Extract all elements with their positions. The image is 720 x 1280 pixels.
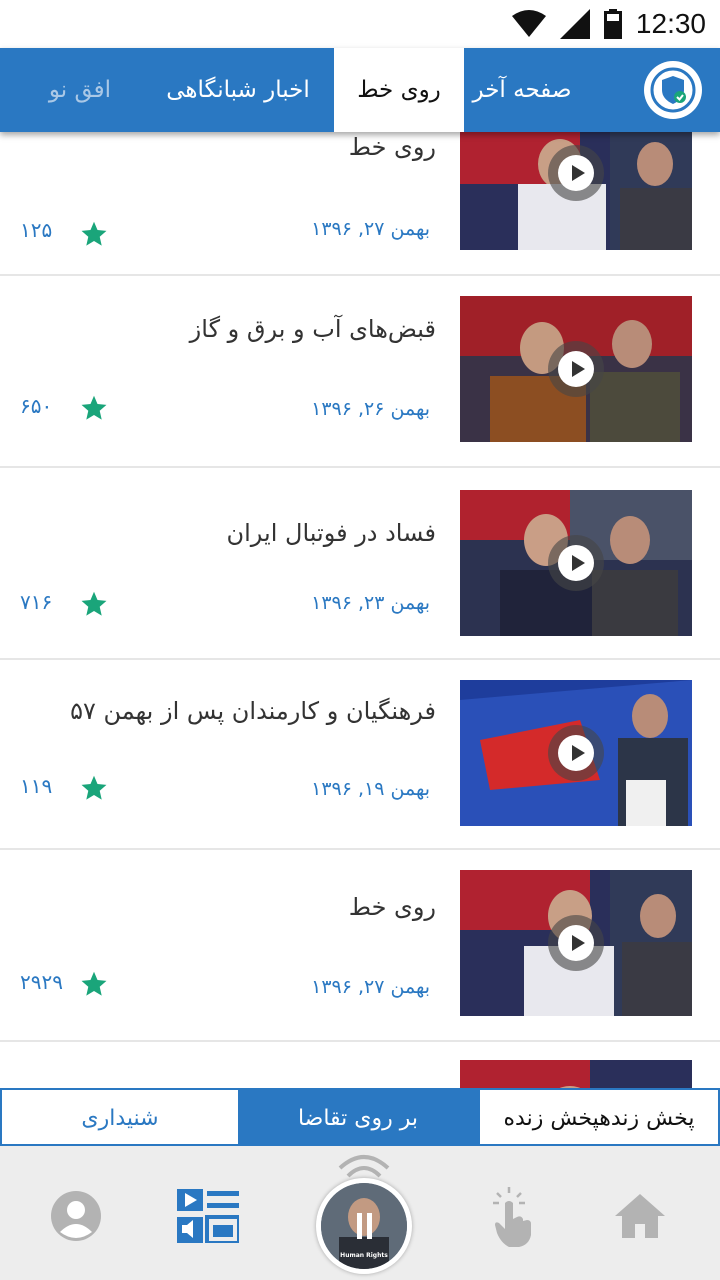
status-icons: 12:30	[511, 0, 706, 48]
video-thumbnail[interactable]	[460, 490, 692, 636]
play-button[interactable]	[548, 915, 604, 971]
video-thumbnail[interactable]	[460, 1060, 692, 1088]
tab-live[interactable]: پخش زندهپخش زنده	[478, 1090, 720, 1146]
touch-icon	[493, 1187, 531, 1247]
play-button[interactable]	[548, 725, 604, 781]
live-player-button[interactable]: Human Rights	[316, 1178, 412, 1274]
video-thumbnail[interactable]	[460, 132, 692, 250]
list-item[interactable]: روی خط بهمن ۲۷, ۱۳۹۶ ۱۲۵	[0, 132, 720, 276]
star-icon	[81, 971, 107, 996]
list-item[interactable]: روی خط بهمن ۲۷, ۱۳۹۶ ۲۹۲۹	[0, 850, 720, 1042]
video-thumbnail[interactable]	[460, 296, 692, 442]
video-date: بهمن ۲۳, ۱۳۹۶	[311, 592, 430, 614]
home-icon	[615, 1194, 665, 1238]
tab-listening[interactable]: شنیداری	[0, 1090, 238, 1146]
app-screen: 12:30 صفحه آخر روی خط اخبار شبانگاهی افق…	[0, 0, 720, 1280]
battery-icon	[603, 9, 622, 39]
wifi-icon	[511, 10, 546, 37]
video-title: روی خط	[348, 893, 436, 921]
app-logo[interactable]	[644, 61, 702, 119]
user-icon	[51, 1191, 101, 1241]
view-count: ۱۱۹	[20, 774, 53, 798]
video-date: بهمن ۲۷, ۱۳۹۶	[311, 218, 430, 240]
star-icon	[81, 591, 107, 616]
tab-network-news[interactable]: اخبار شبانگاهی	[150, 48, 326, 132]
video-thumbnail[interactable]	[460, 680, 692, 826]
video-thumbnail[interactable]	[460, 870, 692, 1016]
status-time: 12:30	[635, 8, 706, 39]
star-icon	[81, 221, 107, 246]
video-date: بهمن ۲۷, ۱۳۹۶	[311, 976, 430, 998]
video-title: فرهنگیان و کارمندان پس از بهمن ۵۷	[70, 697, 436, 725]
list-item[interactable]: فرهنگیان و کارمندان پس از بهمن ۵۷ بهمن ۱…	[0, 660, 720, 850]
list-item[interactable]: فساد در فوتبال ایران بهمن ۲۳, ۱۳۹۶ ۷۱۶	[0, 468, 720, 660]
play-button[interactable]	[548, 145, 604, 201]
play-button[interactable]	[548, 535, 604, 591]
status-bar: 12:30	[0, 0, 720, 48]
video-date: بهمن ۲۶, ۱۳۹۶	[311, 398, 430, 420]
star-icon	[81, 775, 107, 800]
nav-interactive[interactable]	[472, 1176, 552, 1256]
tab-new-horizon[interactable]: افق نو	[30, 48, 130, 132]
tab-on-demand[interactable]: بر روی تقاضا	[238, 1090, 478, 1146]
segment-tabs: پخش زندهپخش زنده بر روی تقاضا شنیداری	[0, 1088, 720, 1146]
shield-icon	[650, 67, 696, 113]
star-icon	[81, 395, 107, 420]
play-button[interactable]	[548, 341, 604, 397]
nav-profile[interactable]	[36, 1176, 116, 1256]
view-count: ۱۲۵	[20, 218, 53, 242]
signal-icon	[559, 9, 590, 39]
tab-on-line[interactable]: روی خط	[334, 48, 464, 132]
view-count: ۷۱۶	[20, 590, 53, 614]
list-item[interactable]	[0, 1042, 720, 1088]
live-caption: Human Rights	[340, 1252, 388, 1259]
top-tab-bar: صفحه آخر روی خط اخبار شبانگاهی افق نو	[0, 48, 720, 132]
nav-home[interactable]	[600, 1176, 680, 1256]
live-player-thumbnail: Human Rights	[321, 1183, 407, 1269]
video-title: قبض‌های آب و برق و گاز	[189, 315, 436, 343]
video-title: روی خط	[348, 133, 436, 161]
view-count: ۲۹۲۹	[20, 970, 63, 994]
view-count: ۶۵۰	[20, 394, 53, 418]
list-item[interactable]: قبض‌های آب و برق و گاز بهمن ۲۶, ۱۳۹۶ ۶۵۰	[0, 276, 720, 468]
video-list: روی خط بهمن ۲۷, ۱۳۹۶ ۱۲۵ قبض‌های آب و بر…	[0, 132, 720, 1088]
nav-schedule[interactable]	[168, 1176, 248, 1256]
video-date: بهمن ۱۹, ۱۳۹۶	[311, 778, 430, 800]
media-list-icon	[177, 1189, 239, 1243]
tab-last-page[interactable]: صفحه آخر	[458, 48, 586, 132]
video-title: فساد در فوتبال ایران	[226, 519, 436, 547]
bottom-nav: Human Rights	[0, 1146, 720, 1280]
